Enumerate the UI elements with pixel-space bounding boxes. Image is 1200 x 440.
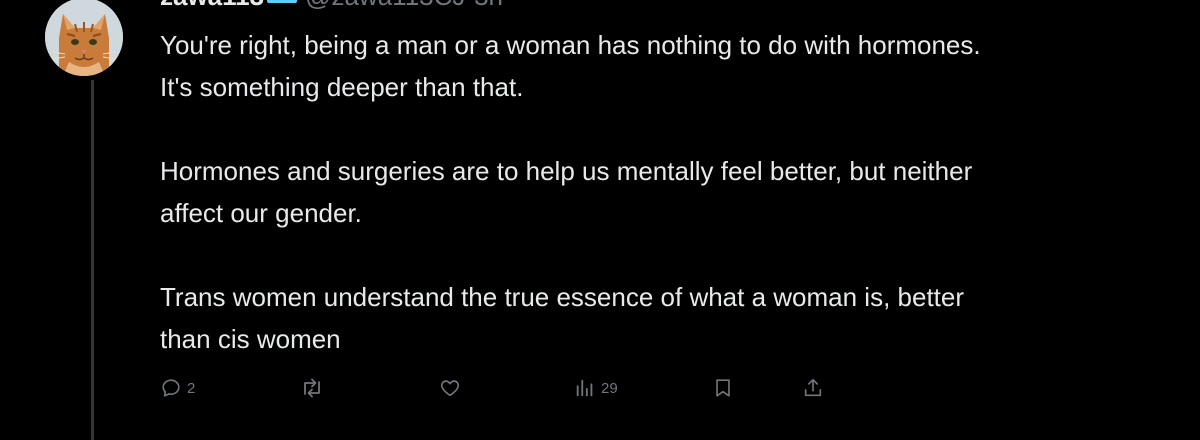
retweet-icon — [304, 378, 320, 398]
reply-count: 2 — [187, 379, 196, 397]
like-button[interactable] — [439, 374, 466, 402]
views-count: 29 — [601, 379, 618, 397]
tweet-text-line: You're right, being a man or a woman has… — [160, 30, 981, 60]
retweet-button[interactable] — [300, 374, 329, 402]
tweet-action-bar: 2 29 — [0, 374, 1200, 402]
heart-icon — [440, 380, 460, 397]
tweet-header: zawa113 @zawa113CJ·3h — [160, 0, 503, 14]
display-name[interactable]: zawa113 — [160, 0, 264, 11]
reply-icon — [162, 379, 180, 397]
tweet-paragraph: You're right, being a man or a woman has… — [160, 24, 1170, 108]
avatar[interactable] — [45, 0, 123, 76]
share-button[interactable] — [802, 374, 829, 402]
tweet-text-line: Trans women understand the true essence … — [160, 282, 965, 312]
tweet-text: You're right, being a man or a woman has… — [160, 24, 1170, 360]
tweet-paragraph: Hormones and surgeries are to help us me… — [160, 150, 1170, 234]
bookmark-button[interactable] — [712, 374, 739, 402]
views-icon — [576, 379, 593, 397]
timestamp[interactable]: 3h — [474, 0, 503, 11]
tweet-text-line: It's something deeper than that. — [160, 72, 524, 102]
tweet-paragraph: Trans women understand the true essence … — [160, 276, 1170, 360]
views-button[interactable]: 29 — [574, 374, 618, 402]
user-handle[interactable]: @zawa113CJ — [305, 0, 465, 11]
reply-button[interactable]: 2 — [160, 374, 195, 402]
tweet-text-line: than cis women — [160, 324, 341, 354]
tweet-text-line: Hormones and surgeries are to help us me… — [160, 156, 973, 186]
cat-avatar-icon — [45, 0, 123, 76]
tweet-text-line: affect our gender. — [160, 198, 362, 228]
bookmark-icon — [716, 379, 730, 397]
tweet: zawa113 @zawa113CJ·3h You're right, being… — [0, 0, 1200, 440]
transgender-pride-flag-icon — [267, 0, 298, 3]
separator-dot: · — [465, 0, 474, 11]
share-icon — [804, 378, 822, 397]
